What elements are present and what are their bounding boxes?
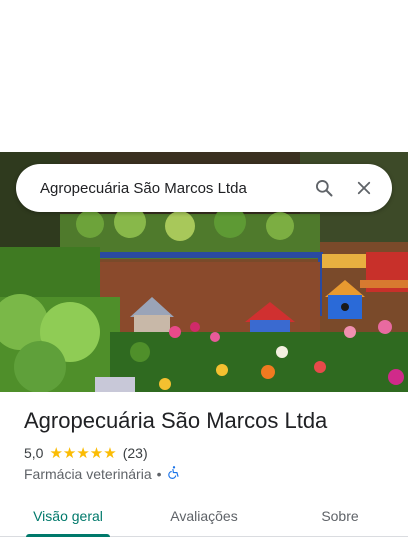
place-title: Agropecuária São Marcos Ltda <box>24 408 328 433</box>
star-rating: ★★★★★ <box>49 445 117 462</box>
close-icon[interactable] <box>344 168 384 208</box>
category-row: Farmácia veterinária • <box>24 465 181 482</box>
tab-bar: Visão geral Avaliações Sobre <box>0 496 408 537</box>
category-label[interactable]: Farmácia veterinária <box>24 466 152 482</box>
search-icon[interactable] <box>304 168 344 208</box>
tab-overview[interactable]: Visão geral <box>0 496 136 537</box>
rating-value: 5,0 <box>24 445 44 461</box>
tab-reviews[interactable]: Avaliações <box>136 496 272 536</box>
separator: • <box>156 465 162 482</box>
wheelchair-icon[interactable] <box>167 465 181 482</box>
map-area <box>0 0 408 152</box>
tab-about[interactable]: Sobre <box>272 496 408 536</box>
search-input[interactable]: Agropecuária São Marcos Ltda <box>40 180 304 197</box>
rating-row[interactable]: 5,0 ★★★★★ (23) <box>24 444 148 462</box>
review-count[interactable]: (23) <box>123 445 148 461</box>
search-bar[interactable]: Agropecuária São Marcos Ltda <box>16 164 392 212</box>
